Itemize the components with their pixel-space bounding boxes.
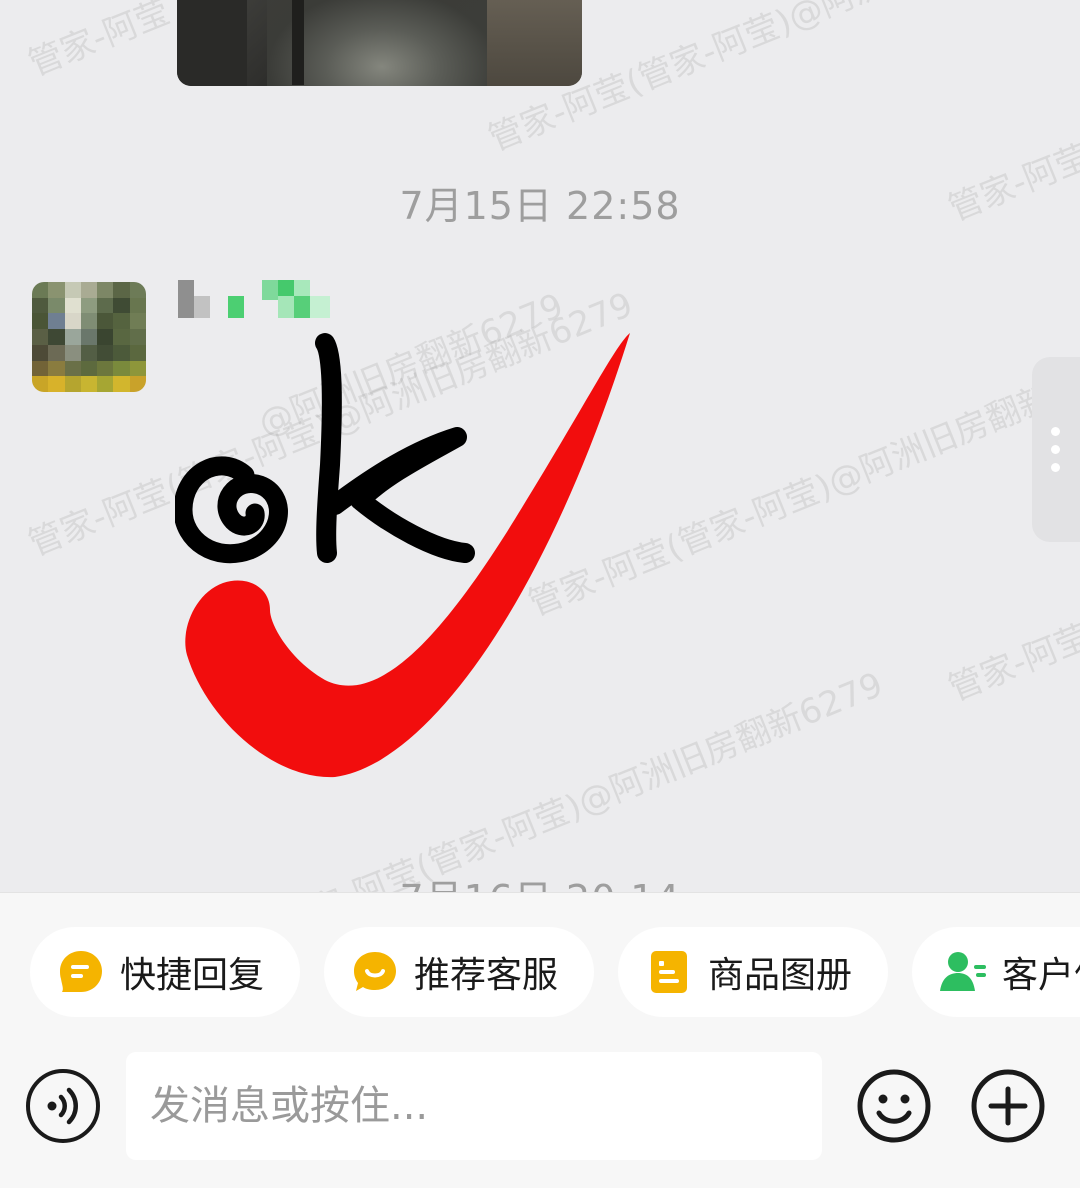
chat-bubble-icon — [58, 949, 104, 995]
chip-label: 商品图册 — [708, 955, 853, 996]
chip-label: 快捷回复 — [120, 955, 265, 996]
voice-icon — [47, 1087, 78, 1125]
avatar[interactable] — [32, 282, 146, 392]
letter-k-stem — [315, 333, 342, 563]
message-timestamp: 7月15日 22:58 — [399, 184, 681, 228]
smiley-icon — [857, 1069, 931, 1143]
chip-label: 推荐客服 — [414, 955, 559, 996]
recommend-service-chip[interactable]: 推荐客服 — [324, 927, 594, 1017]
watermark: 管家-阿莹 — [22, 0, 176, 85]
customer-icon — [940, 949, 986, 995]
message-timestamp: 7月16日 20:14 — [0, 868, 1080, 892]
plus-icon — [971, 1069, 1045, 1143]
watermark: 管家-阿莹 — [942, 616, 1080, 710]
photo-message[interactable] — [177, 0, 582, 86]
emoji-button[interactable] — [856, 1068, 932, 1144]
side-menu-handle[interactable] — [1032, 357, 1080, 542]
message-input[interactable] — [126, 1052, 822, 1160]
voice-input-button[interactable] — [26, 1069, 100, 1143]
catalog-icon — [646, 949, 692, 995]
ok-sticker-message[interactable]: ok — [173, 325, 645, 785]
dot-icon — [1051, 463, 1060, 472]
chat-screen: 管家-阿莹 管家-阿莹(管家-阿莹)@阿洲旧房翻新6279 管家-阿莹 管家-阿… — [0, 0, 1080, 1188]
chat-message-area[interactable]: 管家-阿莹 管家-阿莹(管家-阿莹)@阿洲旧房翻新6279 管家-阿莹 管家-阿… — [0, 0, 1080, 892]
dot-icon — [1051, 445, 1060, 454]
customer-info-chip[interactable]: 客户信息 — [912, 927, 1080, 1017]
service-icon — [352, 949, 398, 995]
photo-region — [292, 0, 304, 85]
letter-o-stroke — [173, 456, 288, 564]
ok-check-sticker-icon: ok — [173, 333, 630, 778]
letter-k-arms — [325, 427, 475, 563]
sender-name-redacted — [178, 278, 338, 320]
dot-icon — [1051, 427, 1060, 436]
chip-label: 客户信息 — [1002, 955, 1080, 996]
more-actions-button[interactable] — [970, 1068, 1046, 1144]
photo-region — [487, 0, 582, 86]
photo-region — [177, 0, 247, 86]
product-catalog-chip[interactable]: 商品图册 — [618, 927, 888, 1017]
quick-reply-chip[interactable]: 快捷回复 — [30, 927, 300, 1017]
quick-reply-bar: 快捷回复 推荐客服 商品图册 客户信息 — [0, 927, 1080, 1019]
